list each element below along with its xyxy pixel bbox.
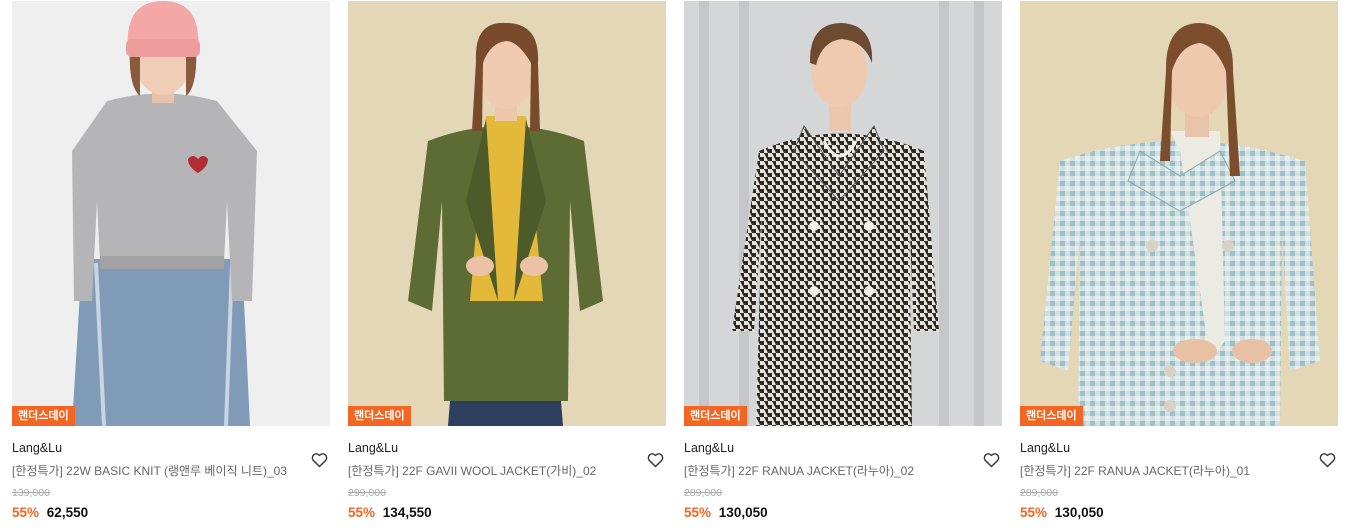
heart-icon[interactable]: [983, 452, 1000, 468]
brand-name[interactable]: Lang&Lu: [684, 440, 1002, 456]
product-info: Lang&Lu [한정특가] 22F RANUA JACKET(라누아)_01 …: [1020, 440, 1338, 522]
product-card[interactable]: 랜더스데이 Lang&Lu [한정특가] 22W BASIC KNIT (랭앤루…: [12, 1, 330, 522]
discount-rate: 55%: [12, 505, 40, 520]
product-card[interactable]: 랜더스데이 Lang&Lu [한정특가] 22F GAVII WOOL JACK…: [348, 1, 666, 522]
product-grid: 랜더스데이 Lang&Lu [한정특가] 22W BASIC KNIT (랭앤루…: [12, 1, 1338, 522]
original-price: 289,000: [1020, 487, 1058, 499]
heart-icon[interactable]: [1319, 452, 1336, 468]
original-price: 289,000: [684, 487, 722, 499]
product-card[interactable]: 랜더스데이 Lang&Lu [한정특가] 22F RANUA JACKET(라누…: [1020, 1, 1338, 522]
product-photo-gavii-jacket: [348, 1, 666, 426]
product-image[interactable]: 랜더스데이: [1020, 1, 1338, 426]
promo-badge: 랜더스데이: [684, 406, 747, 426]
price-row: 55% 62,550: [12, 504, 330, 522]
sale-price: 62,550: [46, 505, 89, 520]
product-image[interactable]: 랜더스데이: [684, 1, 1002, 426]
discount-rate: 55%: [684, 505, 712, 520]
product-info: Lang&Lu [한정특가] 22F GAVII WOOL JACKET(가비)…: [348, 440, 666, 522]
brand-name[interactable]: Lang&Lu: [1020, 440, 1338, 456]
product-title[interactable]: [한정특가] 22F RANUA JACKET(라누아)_01: [1020, 463, 1338, 479]
promo-badge: 랜더스데이: [348, 406, 411, 426]
price-row: 55% 130,050: [1020, 504, 1338, 522]
product-photo-knit: [12, 1, 330, 426]
price-row: 55% 134,550: [348, 504, 666, 522]
heart-icon[interactable]: [647, 452, 664, 468]
promo-badge: 랜더스데이: [12, 406, 75, 426]
product-title[interactable]: [한정특가] 22F GAVII WOOL JACKET(가비)_02: [348, 463, 666, 479]
brand-name[interactable]: Lang&Lu: [348, 440, 666, 456]
original-price: 299,000: [348, 487, 386, 499]
sale-price: 130,050: [1054, 505, 1104, 520]
sale-price: 134,550: [382, 505, 432, 520]
product-info: Lang&Lu [한정특가] 22W BASIC KNIT (랭앤루 베이직 니…: [12, 440, 330, 522]
product-title[interactable]: [한정특가] 22W BASIC KNIT (랭앤루 베이직 니트)_03: [12, 463, 330, 479]
product-info: Lang&Lu [한정특가] 22F RANUA JACKET(라누아)_02 …: [684, 440, 1002, 522]
product-image[interactable]: 랜더스데이: [12, 1, 330, 426]
product-photo-ranua-jacket-black: [684, 1, 1002, 426]
product-image[interactable]: 랜더스데이: [348, 1, 666, 426]
discount-rate: 55%: [348, 505, 376, 520]
heart-icon[interactable]: [311, 452, 328, 468]
price-row: 55% 130,050: [684, 504, 1002, 522]
original-price: 139,000: [12, 487, 50, 499]
brand-name[interactable]: Lang&Lu: [12, 440, 330, 456]
sale-price: 130,050: [718, 505, 768, 520]
product-photo-ranua-jacket-blue: [1020, 1, 1338, 426]
promo-badge: 랜더스데이: [1020, 406, 1083, 426]
discount-rate: 55%: [1020, 505, 1048, 520]
product-title[interactable]: [한정특가] 22F RANUA JACKET(라누아)_02: [684, 463, 1002, 479]
product-card[interactable]: 랜더스데이 Lang&Lu [한정특가] 22F RANUA JACKET(라누…: [684, 1, 1002, 522]
